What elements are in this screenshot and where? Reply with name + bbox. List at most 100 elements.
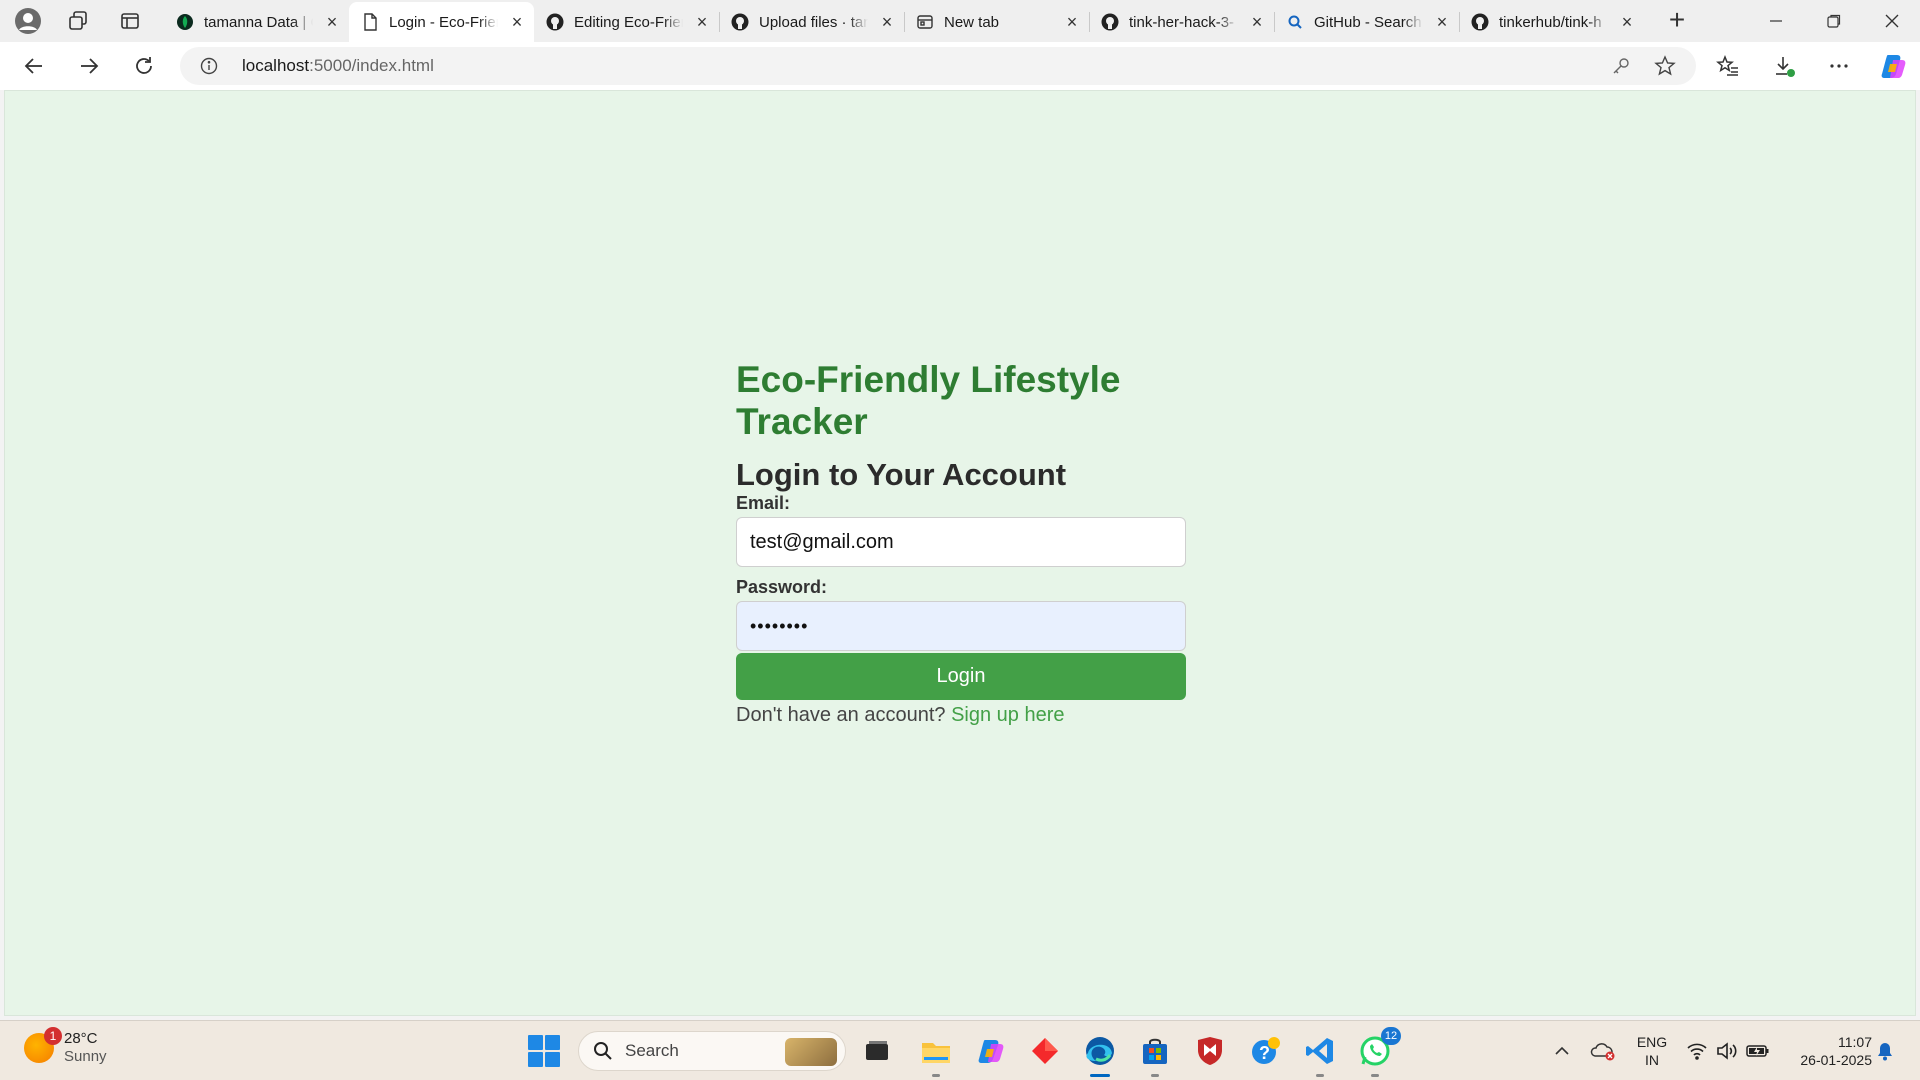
tab-title: tinkerhub/tink-h — [1499, 13, 1602, 31]
github-icon — [1101, 13, 1119, 31]
close-tab-icon[interactable]: × — [1063, 13, 1081, 31]
signup-prompt-text: Don't have an account? — [736, 704, 946, 726]
volume-icon[interactable] — [1714, 1021, 1740, 1080]
whatsapp-icon[interactable]: 12 — [1357, 1027, 1401, 1077]
whatsapp-badge: 12 — [1381, 1027, 1401, 1045]
close-tab-icon[interactable]: × — [323, 13, 341, 31]
tab-title: New tab — [944, 13, 1000, 31]
close-window-icon[interactable] — [1864, 0, 1920, 42]
email-field[interactable]: test@gmail.com — [736, 517, 1186, 567]
region-code: IN — [1645, 1052, 1659, 1068]
key-icon[interactable] — [1610, 55, 1632, 77]
page-viewport: Eco-Friendly Lifestyle Tracker Login to … — [4, 90, 1916, 1016]
weather-badge: 1 — [44, 1027, 62, 1045]
close-tab-icon[interactable]: × — [878, 13, 896, 31]
language-indicator[interactable]: ENG IN — [1632, 1033, 1672, 1069]
task-view-icon[interactable] — [859, 1033, 895, 1069]
close-tab-icon[interactable]: × — [1618, 13, 1636, 31]
tab-github-search[interactable]: GitHub - Search × — [1274, 2, 1459, 42]
newtab-icon — [916, 13, 934, 31]
signup-link[interactable]: Sign up here — [951, 704, 1064, 726]
copilot-icon[interactable] — [1880, 52, 1908, 80]
url-host: localhost — [242, 56, 310, 75]
tab-mongodb[interactable]: tamanna Data | C × — [164, 2, 349, 42]
close-tab-icon[interactable]: × — [508, 13, 526, 31]
clock-time: 11:07 — [1838, 1034, 1872, 1050]
notification-bell-icon[interactable] — [1872, 1021, 1898, 1080]
search-icon — [594, 1042, 612, 1060]
favorites-icon[interactable] — [1714, 52, 1742, 80]
password-field[interactable]: •••••••• — [736, 601, 1186, 651]
page-icon — [361, 13, 379, 31]
tab-title: Editing Eco-Frien — [574, 13, 683, 31]
github-icon — [1471, 13, 1489, 31]
tab-login[interactable]: Login - Eco-Frien × — [349, 2, 534, 42]
login-container: Eco-Friendly Lifestyle Tracker Login to … — [736, 359, 1186, 728]
windows-start-icon[interactable] — [528, 1035, 560, 1067]
tab-list: tamanna Data | C × Login - Eco-Frien × E… — [164, 2, 1644, 42]
red-diamond-app-icon[interactable] — [1027, 1033, 1063, 1069]
sun-icon: 1 — [24, 1027, 62, 1063]
weather-widget[interactable]: 1 28°C Sunny — [24, 1027, 107, 1066]
microsoft-store-icon[interactable] — [1137, 1033, 1173, 1077]
tab-title: tink-her-hack-3- — [1129, 13, 1235, 31]
file-explorer-icon[interactable] — [918, 1033, 954, 1077]
tab-title: Upload files · tam — [759, 13, 868, 31]
new-tab-button[interactable]: + — [1660, 4, 1694, 38]
url-text[interactable]: localhost:5000/index.html — [242, 56, 434, 76]
back-icon[interactable] — [16, 48, 52, 84]
weather-temp: 28°C — [64, 1030, 98, 1047]
tab-tink-her-hack[interactable]: tink-her-hack-3- × — [1089, 2, 1274, 42]
taskbar-search[interactable]: Search — [578, 1031, 846, 1071]
app-title: Eco-Friendly Lifestyle Tracker — [736, 359, 1121, 442]
tab-newtab[interactable]: New tab × — [904, 2, 1089, 42]
email-label: Email: — [736, 493, 791, 513]
clock-date: 26-01-2025 — [1800, 1052, 1872, 1068]
navigation-bar: localhost:5000/index.html — [0, 42, 1920, 90]
login-button[interactable]: Login — [736, 653, 1186, 700]
clock[interactable]: 11:07 26-01-2025 — [1780, 1033, 1872, 1069]
wifi-icon[interactable] — [1684, 1021, 1710, 1080]
show-hidden-icons-icon[interactable] — [1548, 1021, 1576, 1080]
profile-icon[interactable] — [10, 4, 46, 38]
help-app-icon[interactable]: ? — [1247, 1033, 1283, 1069]
favorite-star-icon[interactable] — [1654, 55, 1676, 77]
url-path: :5000/index.html — [309, 56, 434, 75]
vertical-tabs-icon[interactable] — [112, 4, 148, 38]
onedrive-error-icon[interactable] — [1588, 1021, 1618, 1080]
signup-prompt: Don't have an account? Sign up here — [736, 702, 1186, 728]
forward-icon[interactable] — [71, 48, 107, 84]
taskbar: 1 28°C Sunny Search ? 12 ENG IN 11:07 26… — [0, 1020, 1920, 1080]
tab-title: tamanna Data | C — [204, 13, 313, 31]
mongodb-leaf-icon — [176, 13, 194, 31]
github-icon — [546, 13, 564, 31]
address-bar[interactable]: localhost:5000/index.html — [180, 47, 1696, 85]
search-icon — [1286, 13, 1304, 31]
minimize-icon[interactable] — [1748, 0, 1804, 42]
vscode-icon[interactable] — [1302, 1033, 1338, 1077]
taskbar-search-placeholder: Search — [625, 1041, 679, 1060]
tab-upload[interactable]: Upload files · tam × — [719, 2, 904, 42]
mcafee-shield-icon[interactable] — [1192, 1033, 1228, 1069]
svg-text:?: ? — [1259, 1043, 1270, 1063]
close-tab-icon[interactable]: × — [693, 13, 711, 31]
tab-tinkerhub[interactable]: tinkerhub/tink-h × — [1459, 2, 1644, 42]
edge-browser-icon[interactable] — [1082, 1033, 1118, 1077]
search-highlight-image — [785, 1038, 837, 1066]
restore-icon[interactable] — [1806, 0, 1862, 42]
weather-condition: Sunny — [64, 1048, 107, 1065]
downloads-icon[interactable] — [1770, 52, 1798, 80]
copilot-app-icon[interactable] — [973, 1033, 1009, 1069]
tab-title: GitHub - Search — [1314, 13, 1422, 31]
close-tab-icon[interactable]: × — [1248, 13, 1266, 31]
close-tab-icon[interactable]: × — [1433, 13, 1451, 31]
battery-icon[interactable] — [1744, 1021, 1772, 1080]
tab-title: Login - Eco-Frien — [389, 13, 498, 31]
more-options-icon[interactable] — [1825, 52, 1853, 80]
tab-editing[interactable]: Editing Eco-Frien × — [534, 2, 719, 42]
site-info-icon[interactable] — [200, 57, 218, 75]
refresh-icon[interactable] — [126, 48, 162, 84]
workspaces-icon[interactable] — [60, 4, 96, 38]
tab-strip: tamanna Data | C × Login - Eco-Frien × E… — [0, 0, 1920, 42]
login-heading: Login to Your Account — [736, 457, 1067, 492]
